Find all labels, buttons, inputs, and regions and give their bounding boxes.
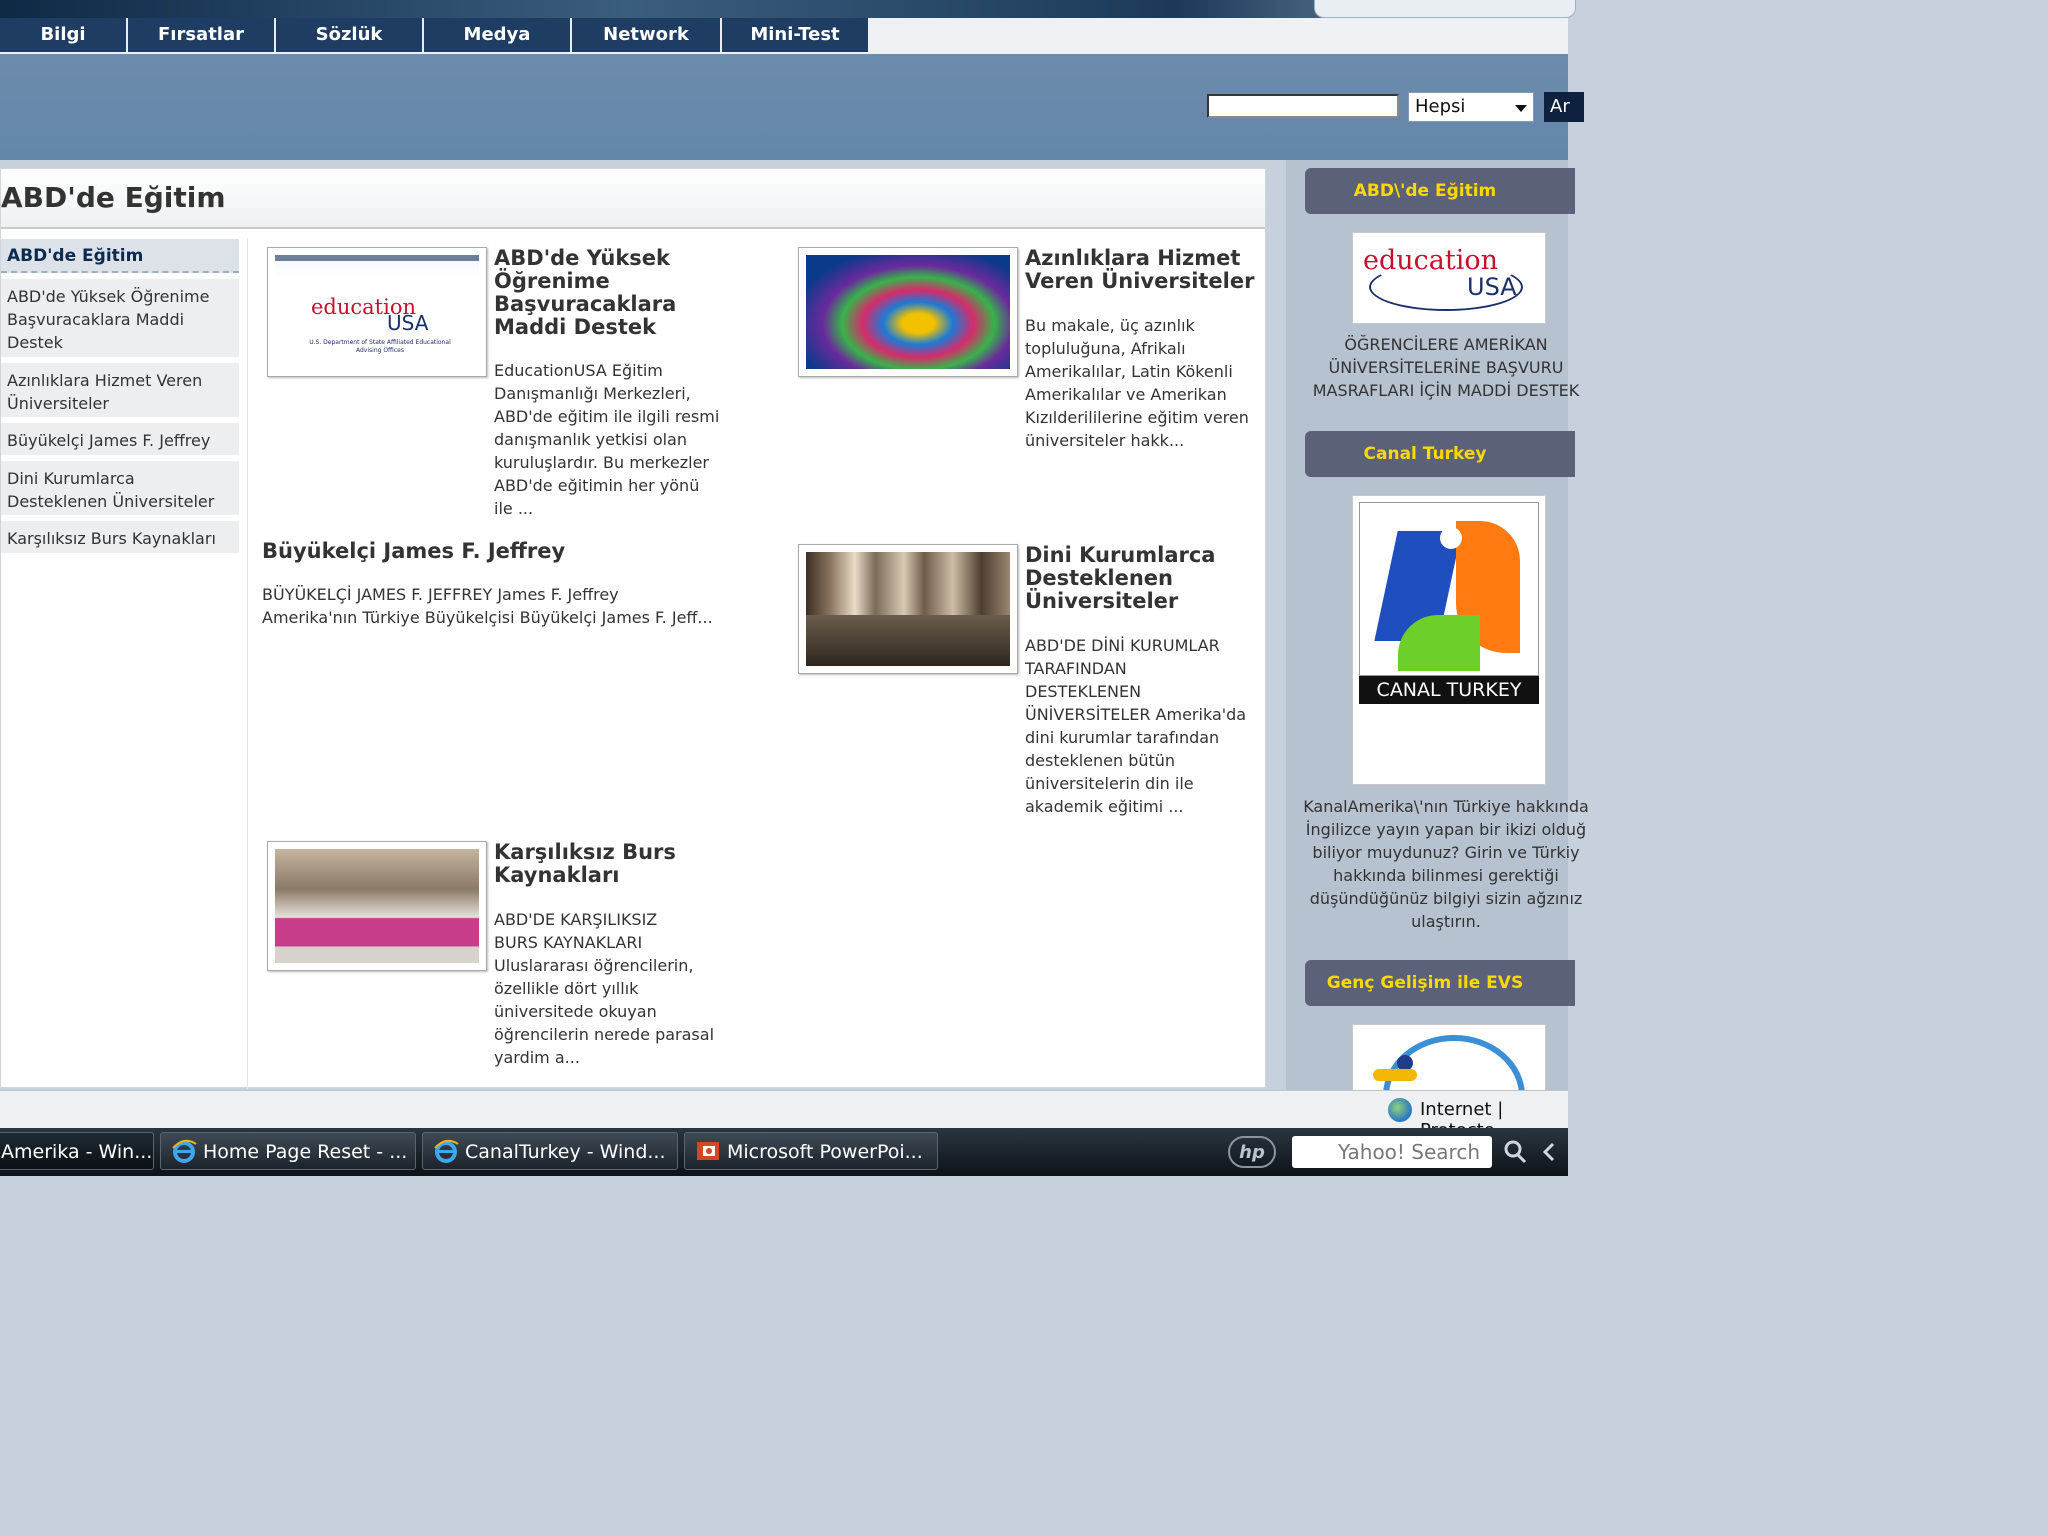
canal-turkey-emblem <box>1359 502 1539 676</box>
logo-swoosh <box>1369 263 1523 311</box>
windows-taskbar: Amerika - Win... Home Page Reset - ... C… <box>0 1128 1568 1176</box>
sidebar-header-abd-egitim[interactable]: ABD\'de Eğitim <box>1305 168 1575 214</box>
sidebar-header-canal-turkey[interactable]: Canal Turkey <box>1305 431 1575 477</box>
yahoo-search-box[interactable]: Yahoo! Search <box>1292 1136 1492 1168</box>
nav-tab-network[interactable]: Network <box>572 18 722 52</box>
dancer-photo <box>806 255 1010 369</box>
chevron-down-icon <box>1515 105 1527 112</box>
article-summary-burs: ABD'DE KARŞILIKSIZ BURS KAYNAKLARI Ulusl… <box>494 910 715 1067</box>
canal-turkey-logo[interactable]: CANAL TURKEY <box>1352 495 1546 785</box>
internet-zone-icon <box>1388 1098 1412 1122</box>
emblem-figure-head <box>1440 527 1462 549</box>
article-title-maddi-destek[interactable]: ABD'de Yüksek Öğrenime Başvuracaklara Ma… <box>494 247 694 339</box>
article-summary-jeffrey: BÜYÜKELÇİ JAMES F. JEFFREY James F. Jeff… <box>262 585 713 627</box>
nav-tab-medya[interactable]: Medya <box>424 18 572 52</box>
article-title-jeffrey[interactable]: Büyükelçi James F. Jeffrey <box>262 540 742 563</box>
nav-tab-firsatlar[interactable]: Fırsatlar <box>128 18 276 52</box>
header-decoration <box>1314 0 1576 18</box>
search-input[interactable] <box>1207 94 1399 118</box>
sidebar-text-abd-egitim: ÖĞRENCİLERE AMERİKAN ÜNİVERSİTELERİNE BA… <box>1312 335 1580 400</box>
chevron-left-icon[interactable] <box>1540 1142 1558 1162</box>
article-thumb-azinliklar[interactable] <box>798 247 1018 377</box>
article-thumb-dini-kurumlar[interactable] <box>798 544 1018 674</box>
taskbar-button-amerika[interactable]: Amerika - Win... <box>0 1132 154 1170</box>
section-nav-item-maddi-destek[interactable]: ABD'de Yüksek Öğrenime Başvuracaklara Ma… <box>1 279 239 357</box>
sidebar-text-canal-turkey: KanalAmerika\'nın Türkiye hakkında İngil… <box>1303 797 1589 931</box>
section-nav-item-burs[interactable]: Karşılıksız Burs Kaynakları <box>1 521 239 553</box>
article-title-azinliklar[interactable]: Azınlıklara Hizmet Veren Üniversiteler <box>1025 247 1255 293</box>
section-nav-item-azinliklar[interactable]: Azınlıklara Hizmet Veren Üniversiteler <box>1 363 239 417</box>
students-photo <box>806 552 1010 666</box>
taskbar-button-canalturkey[interactable]: CanalTurkey - Wind... <box>422 1132 678 1170</box>
education-usa-logo[interactable]: education USA <box>1352 232 1546 324</box>
nav-tab-sozluk[interactable]: Sözlük <box>276 18 424 52</box>
panel-photo <box>275 849 479 963</box>
ie-icon <box>172 1139 197 1163</box>
window-top-strip <box>0 0 1576 18</box>
nav-tab-mini-test[interactable]: Mini-Test <box>722 18 868 52</box>
article-summary-dini-kurumlar: ABD'DE DİNİ KURUMLAR TARAFINDAN DESTEKLE… <box>1025 636 1247 816</box>
steps-shading <box>806 614 1010 666</box>
section-nav-item-abd-egitim[interactable]: ABD'de Eğitim <box>1 239 239 273</box>
usa-logo-text: USA <box>387 311 429 335</box>
nav-tab-bilgi[interactable]: Bilgi <box>0 18 128 52</box>
logo-figure-yellow <box>1373 1069 1417 1081</box>
main-nav: Bilgi Fırsatlar Sözlük Medya Network Min… <box>0 18 1568 54</box>
search-scope-select[interactable]: Hepsi <box>1408 92 1534 122</box>
article-summary-azinliklar: Bu makale, üç azınlık topluluğuna, Afrik… <box>1025 316 1249 450</box>
article-title-dini-kurumlar[interactable]: Dini Kurumlarca Desteklenen Üniversitele… <box>1025 544 1255 613</box>
page-title-bar: ABD'de Eğitim <box>1 169 1265 229</box>
main-content: ABD'de Eğitim ABD'de Eğitim ABD'de Yükse… <box>0 168 1266 1089</box>
column-divider <box>247 239 248 1089</box>
section-nav-item-dini-kurumlar[interactable]: Dini Kurumlarca Desteklenen Üniversitele… <box>1 461 239 515</box>
sidebar-header-genc-gelisim[interactable]: Genç Gelişim ile EVS <box>1305 960 1575 1006</box>
magnifier-icon[interactable] <box>1502 1139 1528 1165</box>
search-button[interactable]: Ar <box>1544 92 1584 122</box>
taskbar-button-label: CanalTurkey - Wind... <box>465 1141 666 1163</box>
search-scope-value: Hepsi <box>1415 96 1466 117</box>
article-title-burs[interactable]: Karşılıksız Burs Kaynakları <box>494 841 714 887</box>
logo-subtitle: U.S. Department of State Affiliated Educ… <box>309 339 451 354</box>
article-thumb-burs[interactable] <box>267 841 487 971</box>
article-summary-maddi-destek: EducationUSA Eğitim Danışmanlığı Merkezl… <box>494 361 720 518</box>
powerpoint-icon <box>697 1142 719 1160</box>
taskbar-button-label: Microsoft PowerPoi... <box>727 1141 923 1163</box>
taskbar-button-label: Home Page Reset - ... <box>203 1141 408 1163</box>
thumb-header-stripe <box>275 255 479 261</box>
genc-gelisim-logo[interactable] <box>1352 1024 1546 1092</box>
taskbar-button-powerpoint[interactable]: Microsoft PowerPoi... <box>684 1132 938 1170</box>
taskbar-button-label: Amerika - Win... <box>1 1141 153 1163</box>
canal-turkey-caption: CANAL TURKEY <box>1359 676 1539 704</box>
hp-logo[interactable]: hp <box>1228 1136 1276 1168</box>
article-thumb-maddi-destek[interactable]: education USA U.S. Department of State A… <box>267 247 487 377</box>
taskbar-button-home-page-reset[interactable]: Home Page Reset - ... <box>160 1132 416 1170</box>
ie-icon <box>434 1139 459 1163</box>
section-nav-item-jeffrey[interactable]: Büyükelçi James F. Jeffrey <box>1 423 239 455</box>
browser-status-bar: Internet | Protecte <box>0 1090 1568 1141</box>
page-title: ABD'de Eğitim <box>1 181 226 214</box>
